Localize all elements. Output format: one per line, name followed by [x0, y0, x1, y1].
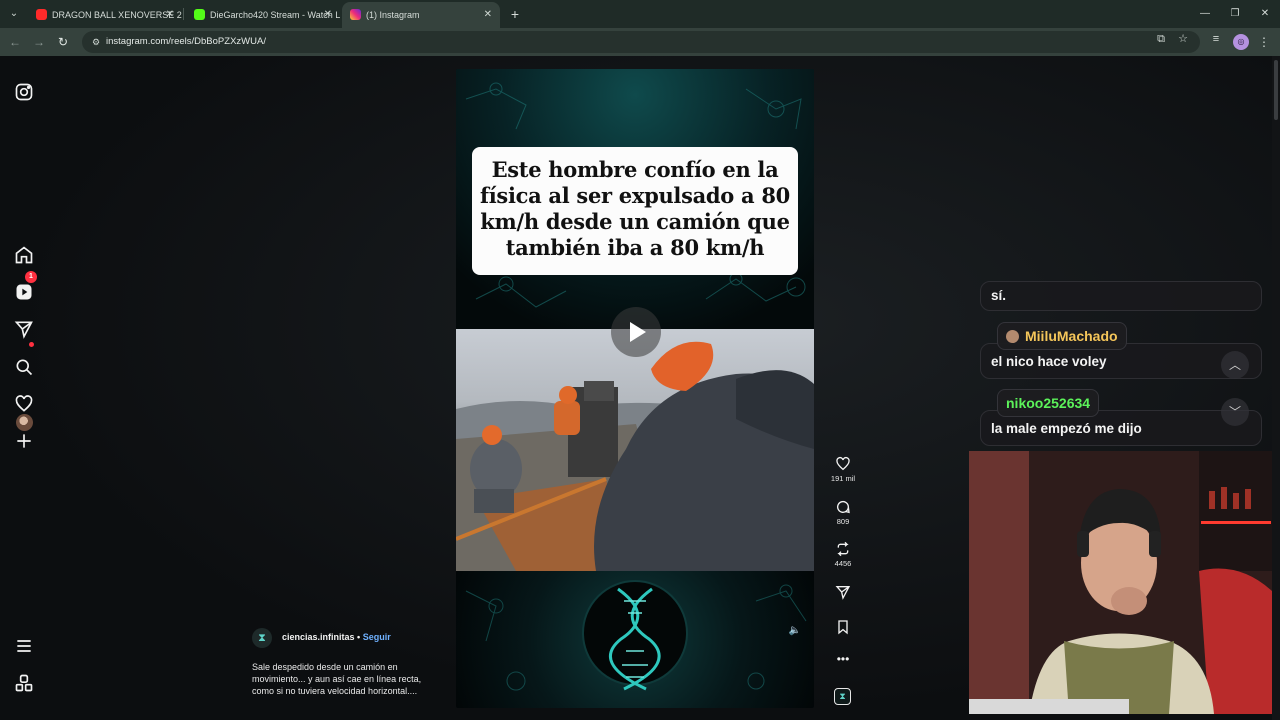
bookmark-icon — [838, 620, 848, 635]
reading-list-icon[interactable]: ≡ — [1208, 31, 1224, 47]
site-info-icon[interactable]: ⚙ — [88, 34, 104, 50]
chevron-down-icon[interactable]: ﹀ — [1221, 398, 1249, 426]
kick-favicon-icon — [194, 9, 205, 20]
like-button[interactable]: 191 mil — [830, 456, 856, 483]
also-from-meta-icon[interactable] — [14, 673, 34, 693]
page-scrollbar[interactable] — [1272, 56, 1280, 720]
truck-video-frame — [456, 329, 814, 571]
save-button[interactable] — [830, 619, 856, 635]
scrollbar-thumb[interactable] — [1274, 60, 1278, 120]
notifications-icon[interactable] — [14, 394, 34, 414]
profile-avatar[interactable] — [16, 414, 33, 431]
separator-dot: • — [357, 632, 361, 642]
chat-username-text: nikoo252634 — [1006, 395, 1091, 411]
more-menu-icon[interactable] — [14, 636, 34, 656]
reel-headline: Este hombre confío en la física al ser e… — [480, 157, 790, 260]
comments-count: 809 — [836, 517, 850, 526]
instagram-logo-icon[interactable] — [14, 82, 34, 102]
share-button[interactable] — [830, 584, 856, 600]
repost-button[interactable]: 4456 — [830, 541, 856, 568]
new-tab-button[interactable]: + — [505, 4, 525, 24]
bookmark-star-icon[interactable]: ☆ — [1175, 31, 1191, 47]
forward-button[interactable]: → — [29, 32, 49, 52]
chat-message-text: el nico hace voley — [991, 354, 1107, 369]
home-icon[interactable] — [14, 245, 34, 265]
chat-message-text: la male empezó me dijo — [991, 421, 1142, 436]
audio-thumbnail-icon[interactable]: ⧗ — [834, 688, 851, 705]
reels-icon[interactable] — [14, 282, 34, 302]
reload-button[interactable]: ↻ — [53, 32, 73, 52]
tab-search-button[interactable]: ⌄ — [4, 4, 24, 24]
url-text: instagram.com/reels/DbBoPZXzWUA/ — [106, 36, 266, 47]
reel-bottom-background — [456, 571, 814, 708]
chat-message: sí. — [980, 281, 1262, 311]
chevron-up-icon[interactable]: ︿ — [1221, 351, 1249, 379]
youtube-favicon-icon — [36, 9, 47, 20]
close-tab-icon[interactable]: ✕ — [484, 2, 492, 28]
headline-card: Este hombre confío en la física al ser e… — [472, 147, 798, 275]
more-options-icon[interactable]: ••• — [830, 652, 856, 666]
author-line: ciencias.infinitas • Seguir — [282, 632, 391, 642]
close-tab-icon[interactable]: ✕ — [324, 2, 332, 28]
tab-title: DRAGON BALL XENOVERSE 2 - — [52, 10, 182, 20]
create-icon[interactable] — [14, 431, 34, 451]
user-avatar — [1006, 330, 1019, 343]
notification-dot — [29, 342, 34, 347]
address-bar[interactable]: ⚙ instagram.com/reels/DbBoPZXzWUA/ — [82, 31, 1200, 53]
comment-icon — [837, 500, 850, 514]
close-tab-icon[interactable]: ✕ — [166, 2, 174, 28]
install-app-icon[interactable]: ⧉ — [1153, 31, 1169, 47]
likes-count: 191 mil — [830, 474, 856, 483]
author-avatar[interactable]: ⧗ — [252, 628, 272, 648]
chat-message-text: sí. — [991, 288, 1007, 303]
messages-icon[interactable] — [14, 319, 34, 339]
back-button[interactable]: ← — [5, 32, 25, 52]
chat-username-text: MiiluMachado — [1025, 328, 1118, 344]
tab-separator — [183, 8, 184, 20]
minimize-button[interactable]: — — [1188, 0, 1222, 28]
share-icon — [835, 586, 851, 600]
reel-caption[interactable]: Sale despedido desde un camión en movimi… — [252, 661, 434, 697]
instagram-favicon-icon — [350, 9, 361, 20]
chat-username: nikoo252634 — [997, 389, 1100, 417]
chat-username: MiiluMachado — [997, 322, 1127, 350]
browser-menu-icon[interactable]: ⋮ — [1256, 32, 1272, 52]
tab-title: (1) Instagram — [366, 10, 420, 20]
restore-button[interactable]: ❐ — [1218, 0, 1252, 28]
comment-button[interactable]: 809 — [830, 499, 856, 526]
reposts-count: 4456 — [834, 559, 852, 568]
mute-toggle-icon[interactable]: 🔈 — [788, 624, 802, 638]
tab-dragon-ball[interactable]: DRAGON BALL XENOVERSE 2 - ✕ — [28, 2, 182, 28]
tab-title: DieGarcho420 Stream - Watch L — [210, 10, 340, 20]
tab-kick-stream[interactable]: DieGarcho420 Stream - Watch L ✕ — [186, 2, 340, 28]
reel-video[interactable]: Este hombre confío en la física al ser e… — [456, 69, 814, 708]
follow-button[interactable]: Seguir — [363, 632, 391, 642]
search-icon[interactable] — [14, 357, 34, 377]
repost-icon — [837, 541, 849, 557]
tab-bar: ⌄ DRAGON BALL XENOVERSE 2 - ✕ DieGarcho4… — [0, 0, 1280, 28]
browser-toolbar: ← → ↻ ⚙ instagram.com/reels/DbBoPZXzWUA/… — [0, 28, 1280, 56]
tab-instagram[interactable]: (1) Instagram ✕ — [342, 2, 500, 28]
profile-avatar[interactable]: ◎ — [1233, 34, 1249, 50]
play-button[interactable] — [611, 307, 661, 357]
heart-icon — [836, 456, 850, 471]
author-username[interactable]: ciencias.infinitas — [282, 632, 355, 642]
messages-badge: 1 — [25, 271, 37, 283]
streamer-webcam — [969, 451, 1272, 714]
close-window-button[interactable]: ✕ — [1248, 0, 1280, 28]
